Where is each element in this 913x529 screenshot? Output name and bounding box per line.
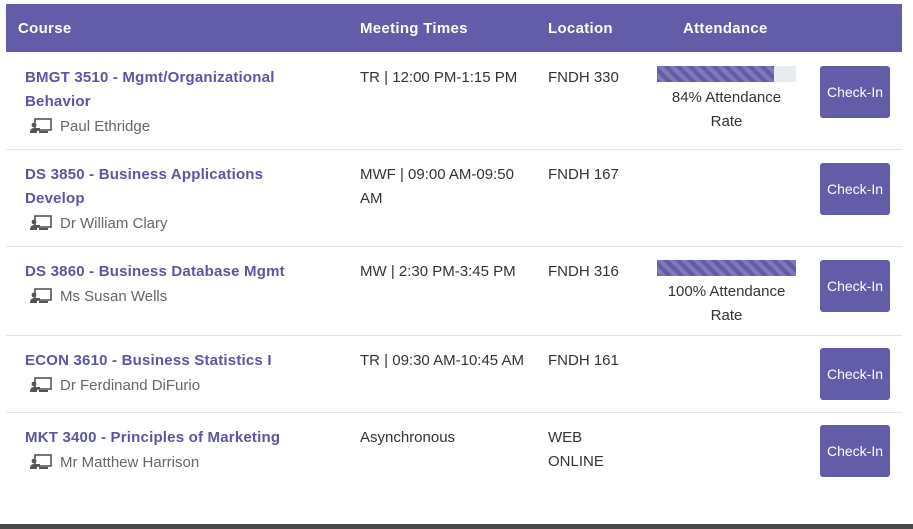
location: FNDH 161 bbox=[548, 352, 619, 369]
course-link[interactable]: BMGT 3510 - Mgmt/Organizational Behavior bbox=[25, 66, 325, 114]
instructor: Dr William Clary bbox=[30, 211, 168, 235]
attendance: 100% Attendance Rate bbox=[657, 260, 796, 328]
instructor-name: Mr Matthew Harrison bbox=[60, 453, 200, 471]
attendance-progress-fill bbox=[657, 66, 774, 82]
meeting-times: MW | 2:30 PM-3:45 PM bbox=[360, 263, 516, 280]
teacher-board-icon bbox=[30, 215, 52, 230]
attendance-progress-bar bbox=[657, 260, 796, 276]
teacher-board-icon bbox=[30, 288, 52, 303]
attendance-progress-fill bbox=[657, 260, 796, 276]
table-row: DS 3860 - Business Database Mgmt Ms Susa… bbox=[6, 247, 902, 336]
header-meeting-times: Meeting Times bbox=[360, 20, 468, 37]
teacher-board-icon bbox=[30, 377, 52, 392]
instructor-name: Paul Ethridge bbox=[60, 117, 151, 135]
table-row: ECON 3610 - Business Statistics I Dr Fer… bbox=[6, 336, 902, 413]
check-in-button[interactable]: Check-In bbox=[820, 425, 890, 477]
check-in-button[interactable]: Check-In bbox=[820, 66, 890, 118]
check-in-button[interactable]: Check-In bbox=[820, 348, 890, 400]
header-location: Location bbox=[548, 20, 613, 37]
location: WEB ONLINE bbox=[548, 429, 604, 470]
course-link[interactable]: MKT 3400 - Principles of Marketing bbox=[25, 426, 325, 450]
page-bottom-divider bbox=[0, 524, 913, 529]
location: FNDH 316 bbox=[548, 263, 619, 280]
course-link[interactable]: DS 3850 - Business Applications Develop bbox=[25, 163, 325, 211]
meeting-times: TR | 12:00 PM-1:15 PM bbox=[360, 69, 518, 86]
table-row: BMGT 3510 - Mgmt/Organizational Behavior… bbox=[6, 52, 902, 150]
instructor: Ms Susan Wells bbox=[30, 284, 167, 308]
instructor-name: Dr William Clary bbox=[60, 214, 168, 232]
meeting-times: Asynchronous bbox=[360, 429, 456, 446]
meeting-times: MWF | 09:00 AM-09:50 AM bbox=[360, 166, 514, 207]
check-in-button[interactable]: Check-In bbox=[820, 260, 890, 312]
instructor-name: Ms Susan Wells bbox=[60, 287, 168, 305]
header-attendance: Attendance bbox=[683, 20, 768, 37]
location: FNDH 167 bbox=[548, 166, 619, 183]
course-table: Course Meeting Times Location Attendance… bbox=[6, 4, 902, 493]
meeting-times: TR | 09:30 AM-10:45 AM bbox=[360, 352, 524, 369]
instructor-name: Dr Ferdinand DiFurio bbox=[60, 376, 201, 394]
table-row: MKT 3400 - Principles of Marketing Mr Ma… bbox=[6, 413, 902, 493]
attendance: 84% Attendance Rate bbox=[657, 66, 796, 134]
header-course: Course bbox=[18, 20, 72, 37]
check-in-button[interactable]: Check-In bbox=[820, 163, 890, 215]
table-header: Course Meeting Times Location Attendance bbox=[6, 4, 902, 52]
attendance-rate-text: 100% Attendance Rate bbox=[667, 283, 786, 324]
instructor: Mr Matthew Harrison bbox=[30, 450, 199, 474]
attendance-progress-bar bbox=[657, 66, 796, 82]
instructor: Dr Ferdinand DiFurio bbox=[30, 373, 200, 397]
attendance-rate-text: 84% Attendance Rate bbox=[671, 89, 782, 130]
teacher-board-icon bbox=[30, 118, 52, 133]
course-link[interactable]: ECON 3610 - Business Statistics I bbox=[25, 349, 325, 373]
instructor: Paul Ethridge bbox=[30, 114, 150, 138]
course-link[interactable]: DS 3860 - Business Database Mgmt bbox=[25, 260, 325, 284]
teacher-board-icon bbox=[30, 454, 52, 469]
table-row: DS 3850 - Business Applications Develop … bbox=[6, 150, 902, 247]
location: FNDH 330 bbox=[548, 69, 619, 86]
